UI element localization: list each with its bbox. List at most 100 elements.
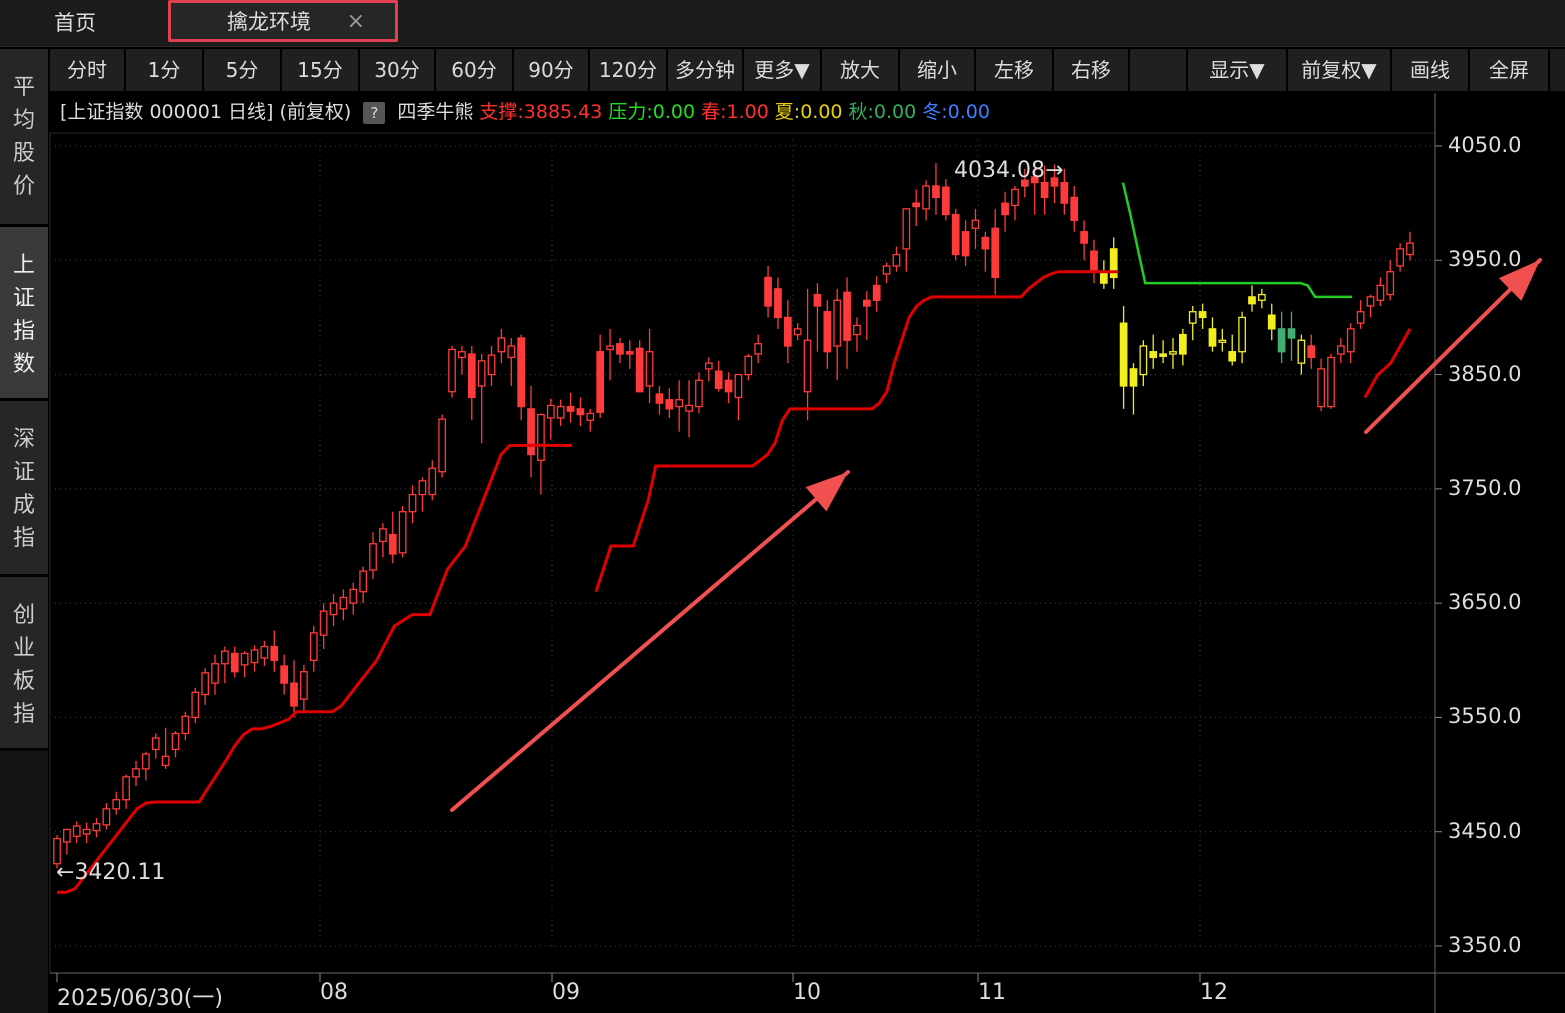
candle-body bbox=[72, 825, 81, 837]
candle-body bbox=[1406, 242, 1414, 256]
candle-body bbox=[142, 753, 150, 770]
candle-body bbox=[1317, 368, 1325, 408]
candle-body bbox=[704, 362, 713, 370]
candle-body bbox=[1218, 339, 1227, 343]
high-value: 4034.08 bbox=[954, 158, 1045, 183]
candle-body bbox=[467, 353, 476, 399]
candle-body bbox=[981, 236, 990, 250]
candle-body bbox=[221, 650, 229, 665]
candle-body bbox=[398, 511, 407, 554]
candle-body bbox=[971, 219, 980, 229]
x-tick-label: 08 bbox=[320, 980, 348, 1005]
arrow-left-icon: ← bbox=[56, 860, 75, 885]
candle-body bbox=[260, 645, 269, 659]
candle-body bbox=[941, 186, 950, 216]
candle-body bbox=[477, 360, 486, 387]
candle-body bbox=[497, 337, 506, 353]
candle-body bbox=[1337, 345, 1345, 355]
candle-body bbox=[63, 828, 71, 843]
kline-chart[interactable] bbox=[0, 0, 1565, 1013]
candle-body bbox=[1386, 271, 1395, 296]
candle-body bbox=[596, 351, 605, 413]
candle-body bbox=[566, 405, 575, 412]
candle-body bbox=[853, 324, 861, 336]
candle-body bbox=[823, 311, 832, 353]
trend-arrow-1-head bbox=[805, 472, 848, 512]
candle-body bbox=[458, 351, 466, 359]
y-tick-label: 3550.0 bbox=[1448, 704, 1522, 729]
candle-body bbox=[438, 418, 447, 473]
candle-body bbox=[833, 299, 842, 347]
candle-body bbox=[270, 645, 279, 661]
candle-body bbox=[1208, 328, 1217, 347]
candle-body bbox=[1396, 248, 1404, 267]
candle-body bbox=[132, 768, 140, 778]
candle-body bbox=[1327, 356, 1335, 408]
candle-body bbox=[862, 299, 871, 307]
candle-body bbox=[1366, 296, 1375, 307]
candle-body bbox=[843, 291, 851, 341]
candle-body bbox=[517, 337, 526, 408]
candle-body bbox=[388, 533, 397, 555]
candle-body bbox=[280, 665, 289, 684]
y-tick-label: 3850.0 bbox=[1448, 361, 1522, 386]
candle-body bbox=[872, 284, 881, 301]
candle-body bbox=[1070, 196, 1079, 221]
candle-body bbox=[961, 231, 970, 257]
candle-body bbox=[369, 543, 377, 571]
candle-body bbox=[428, 467, 437, 496]
pressure-line bbox=[1121, 182, 1352, 299]
low-value: 3420.11 bbox=[74, 860, 166, 885]
candle-body bbox=[309, 632, 318, 661]
y-tick-label: 4050.0 bbox=[1448, 133, 1522, 157]
candle-body bbox=[882, 265, 891, 275]
candle-body bbox=[1228, 351, 1237, 362]
candle-body bbox=[171, 732, 180, 751]
low-annotation: ←3420.11 bbox=[56, 860, 165, 885]
candle-body bbox=[300, 671, 308, 700]
candle-body bbox=[892, 253, 901, 267]
arrow-right-icon: → bbox=[1044, 158, 1064, 183]
candle-body bbox=[793, 328, 802, 336]
candle-body bbox=[1040, 181, 1049, 199]
candle-body bbox=[685, 404, 693, 412]
candle-body bbox=[665, 399, 674, 410]
candle-body bbox=[122, 776, 130, 801]
candle-body bbox=[181, 715, 190, 735]
candle-body bbox=[487, 354, 496, 376]
candle-body bbox=[1178, 333, 1187, 355]
candle-body bbox=[339, 596, 348, 610]
candle-body bbox=[408, 493, 417, 513]
x-tick-label: 11 bbox=[978, 980, 1006, 1005]
plot-frame bbox=[49, 132, 1436, 974]
candle-body bbox=[1307, 345, 1316, 359]
candle-body bbox=[250, 649, 259, 664]
candle-body bbox=[379, 528, 387, 543]
candle-body bbox=[902, 208, 911, 250]
candle-body bbox=[951, 213, 960, 256]
candle-body bbox=[1099, 271, 1108, 284]
candle-body bbox=[359, 570, 368, 593]
candle-body bbox=[507, 345, 516, 359]
candle-body bbox=[1129, 368, 1138, 387]
candle-body bbox=[1119, 322, 1128, 387]
candle-body bbox=[576, 408, 585, 416]
support-line bbox=[57, 443, 572, 894]
candle-body bbox=[695, 379, 703, 408]
candle-body bbox=[813, 293, 822, 307]
candle-body bbox=[527, 408, 535, 456]
candle-body bbox=[764, 276, 772, 307]
candle-body bbox=[151, 737, 160, 751]
high-annotation: 4034.08→ bbox=[954, 158, 1063, 183]
x-tick-label: 12 bbox=[1200, 980, 1228, 1005]
candle-body bbox=[537, 413, 545, 461]
x-tick-label: 10 bbox=[793, 980, 821, 1005]
candle-body bbox=[1060, 181, 1069, 204]
candle-body bbox=[616, 343, 624, 355]
trend-arrow-1 bbox=[450, 470, 850, 812]
candle-body bbox=[932, 185, 940, 199]
candle-body bbox=[349, 588, 358, 604]
candle-body bbox=[1238, 316, 1246, 353]
y-tick-label: 3450.0 bbox=[1448, 818, 1522, 843]
candle-body bbox=[774, 288, 782, 319]
